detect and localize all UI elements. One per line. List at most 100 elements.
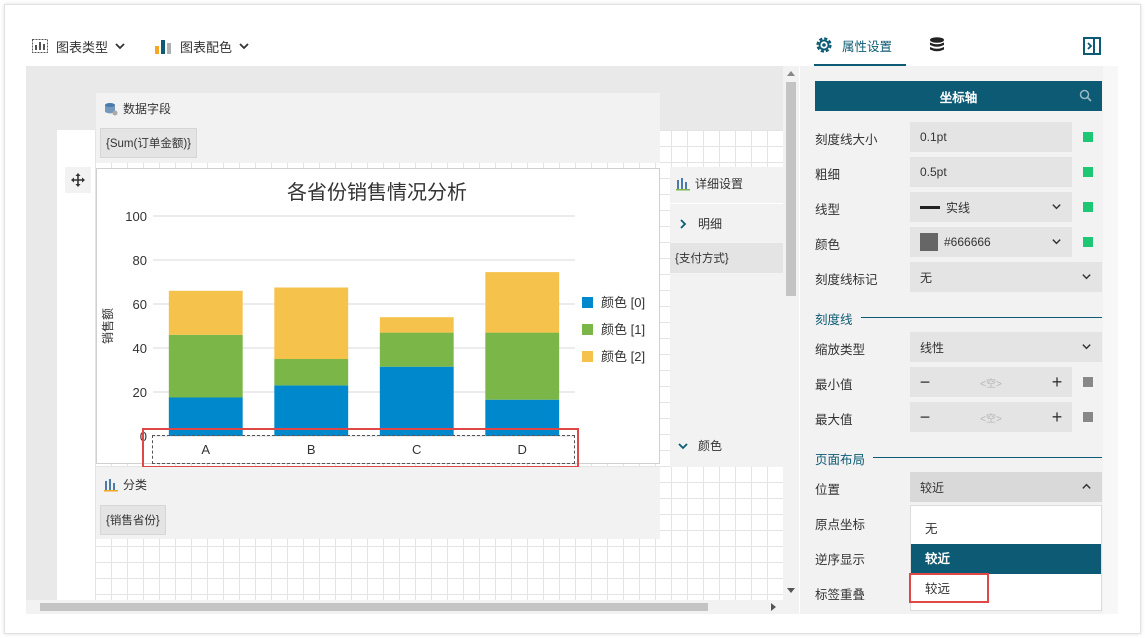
color-select[interactable]: #666666	[910, 227, 1072, 257]
unbound-status-indicator[interactable]	[1083, 412, 1093, 422]
details-chip[interactable]: {支付方式}	[670, 243, 783, 273]
designer-toolbar: 图表类型 图表配色	[26, 26, 783, 66]
position-select[interactable]: 较近	[910, 472, 1102, 502]
scroll-right-arrow-icon[interactable]	[771, 603, 776, 611]
tab-data[interactable]	[928, 26, 946, 66]
chevron-down-icon	[1082, 274, 1091, 280]
position-option-near[interactable]: 较近	[911, 544, 1101, 574]
line-type-select[interactable]: 实线	[910, 192, 1072, 222]
chart-type-button[interactable]: 图表类型	[26, 31, 132, 61]
row-tick-size: 刻度线大小 0.1pt	[815, 122, 1105, 152]
bar-segment	[379, 332, 454, 367]
unbound-status-indicator[interactable]	[1083, 377, 1093, 387]
category-zone[interactable]: 分类 {销售省份}	[96, 467, 660, 539]
detail-chart-icon	[676, 177, 690, 190]
tick-size-input[interactable]: 0.1pt	[910, 122, 1072, 152]
bar-segment	[379, 317, 454, 333]
tick-mark-select[interactable]: 无	[910, 262, 1102, 292]
details-zone[interactable]: 详细设置 明细 {支付方式} 颜色	[670, 167, 783, 467]
max-value-placeholder[interactable]: <空>	[940, 410, 1042, 425]
bar-segment	[274, 287, 349, 359]
row-scale-type: 缩放类型 线性	[815, 332, 1105, 362]
vertical-scrollbar[interactable]	[783, 66, 799, 614]
color-swatch	[920, 233, 938, 251]
data-field-chip[interactable]: {Sum(订单金额)}	[100, 128, 197, 158]
row-position: 位置 较近	[815, 472, 1105, 502]
position-option-none[interactable]: 无	[911, 514, 1101, 544]
details-color-row[interactable]: 颜色	[678, 437, 722, 454]
sidebar-toggle-icon	[1083, 37, 1101, 55]
chart-container[interactable]: 各省份销售情况分析 0 20 40 60 80 100 销售额 A B C D 颜色 [0] 颜色 [1]…	[96, 168, 660, 464]
legend-label: 颜色 [0]	[601, 295, 645, 310]
chevron-down-icon	[1052, 204, 1061, 210]
chevron-down-icon	[1052, 239, 1061, 245]
axis-search-bar[interactable]: 坐标轴	[815, 81, 1102, 111]
legend-swatch	[582, 324, 593, 335]
bound-status-indicator[interactable]	[1083, 237, 1093, 247]
chevron-down-icon	[678, 442, 688, 449]
chevron-down-icon	[1082, 344, 1091, 350]
bar-segment	[485, 332, 560, 400]
bound-status-indicator[interactable]	[1083, 167, 1093, 177]
scroll-up-arrow-icon[interactable]	[787, 71, 795, 76]
section-ticks: 刻度线	[815, 309, 1102, 328]
panel-scroll-track[interactable]	[1103, 66, 1118, 614]
details-divider	[670, 203, 783, 204]
max-value-stepper[interactable]: − <空> +	[910, 402, 1072, 432]
decrement-button[interactable]: −	[912, 369, 938, 395]
collapse-panel-button[interactable]	[1082, 26, 1102, 66]
bar-segment	[168, 334, 243, 398]
panel-tab-bar: 属性设置	[800, 26, 1118, 66]
chevron-right-icon	[680, 218, 687, 229]
move-icon	[71, 173, 85, 187]
min-value-placeholder[interactable]: <空>	[940, 375, 1042, 390]
increment-button[interactable]: +	[1044, 404, 1070, 430]
bound-status-indicator[interactable]	[1083, 202, 1093, 212]
scroll-down-arrow-icon[interactable]	[787, 588, 795, 593]
bar-segment	[168, 290, 243, 335]
palette-bars-icon	[155, 40, 172, 54]
category-chart-icon	[104, 478, 118, 491]
legend-swatch	[582, 351, 593, 362]
details-item-row[interactable]: 明细	[678, 215, 722, 232]
bar-segment	[485, 272, 560, 333]
row-max: 最大值 − <空> +	[815, 402, 1105, 432]
y-tick-label: 20	[133, 385, 147, 400]
gear-icon	[816, 37, 832, 53]
data-field-title: 数据字段	[104, 100, 171, 117]
category-title: 分类	[104, 476, 147, 493]
y-tick-label: 60	[133, 297, 147, 312]
y-axis-label: 销售额	[100, 308, 115, 344]
move-handle[interactable]	[65, 167, 91, 193]
horizontal-scrollbar[interactable]	[26, 600, 783, 614]
stacked-bar-chart[interactable]: 各省份销售情况分析020406080100销售额A B C D颜色 [0]颜色 [1]…	[97, 169, 659, 463]
search-icon[interactable]	[1079, 89, 1092, 102]
decrement-button[interactable]: −	[912, 404, 938, 430]
horizontal-scroll-thumb[interactable]	[40, 603, 708, 611]
legend-label: 颜色 [2]	[601, 349, 645, 364]
vertical-scroll-thumb[interactable]	[786, 82, 796, 296]
category-axis-selection[interactable]	[142, 428, 579, 468]
row-color: 颜色 #666666	[815, 227, 1105, 257]
thickness-input[interactable]: 0.5pt	[910, 157, 1072, 187]
tab-properties[interactable]: 属性设置	[814, 26, 906, 66]
chart-color-button[interactable]: 图表配色	[148, 31, 256, 61]
far-option-highlight	[909, 573, 989, 603]
bound-status-indicator[interactable]	[1083, 132, 1093, 142]
legend-label: 颜色 [1]	[601, 322, 645, 337]
database-icon	[930, 37, 944, 52]
scale-type-select[interactable]: 线性	[910, 332, 1102, 362]
chart-color-label: 图表配色	[180, 39, 233, 55]
chevron-down-icon	[239, 43, 249, 50]
min-value-stepper[interactable]: − <空> +	[910, 367, 1072, 397]
category-chip[interactable]: {销售省份}	[100, 505, 166, 535]
bar-segment	[379, 366, 454, 436]
increment-button[interactable]: +	[1044, 369, 1070, 395]
data-field-zone[interactable]: 数据字段 {Sum(订单金额)}	[96, 93, 660, 163]
report-page-margin	[57, 130, 95, 600]
solid-line-swatch	[920, 205, 940, 209]
database-icon	[105, 102, 118, 115]
chevron-down-icon	[115, 43, 125, 50]
chevron-up-icon	[1082, 483, 1091, 489]
chart-title: 各省份销售情况分析	[287, 181, 467, 204]
